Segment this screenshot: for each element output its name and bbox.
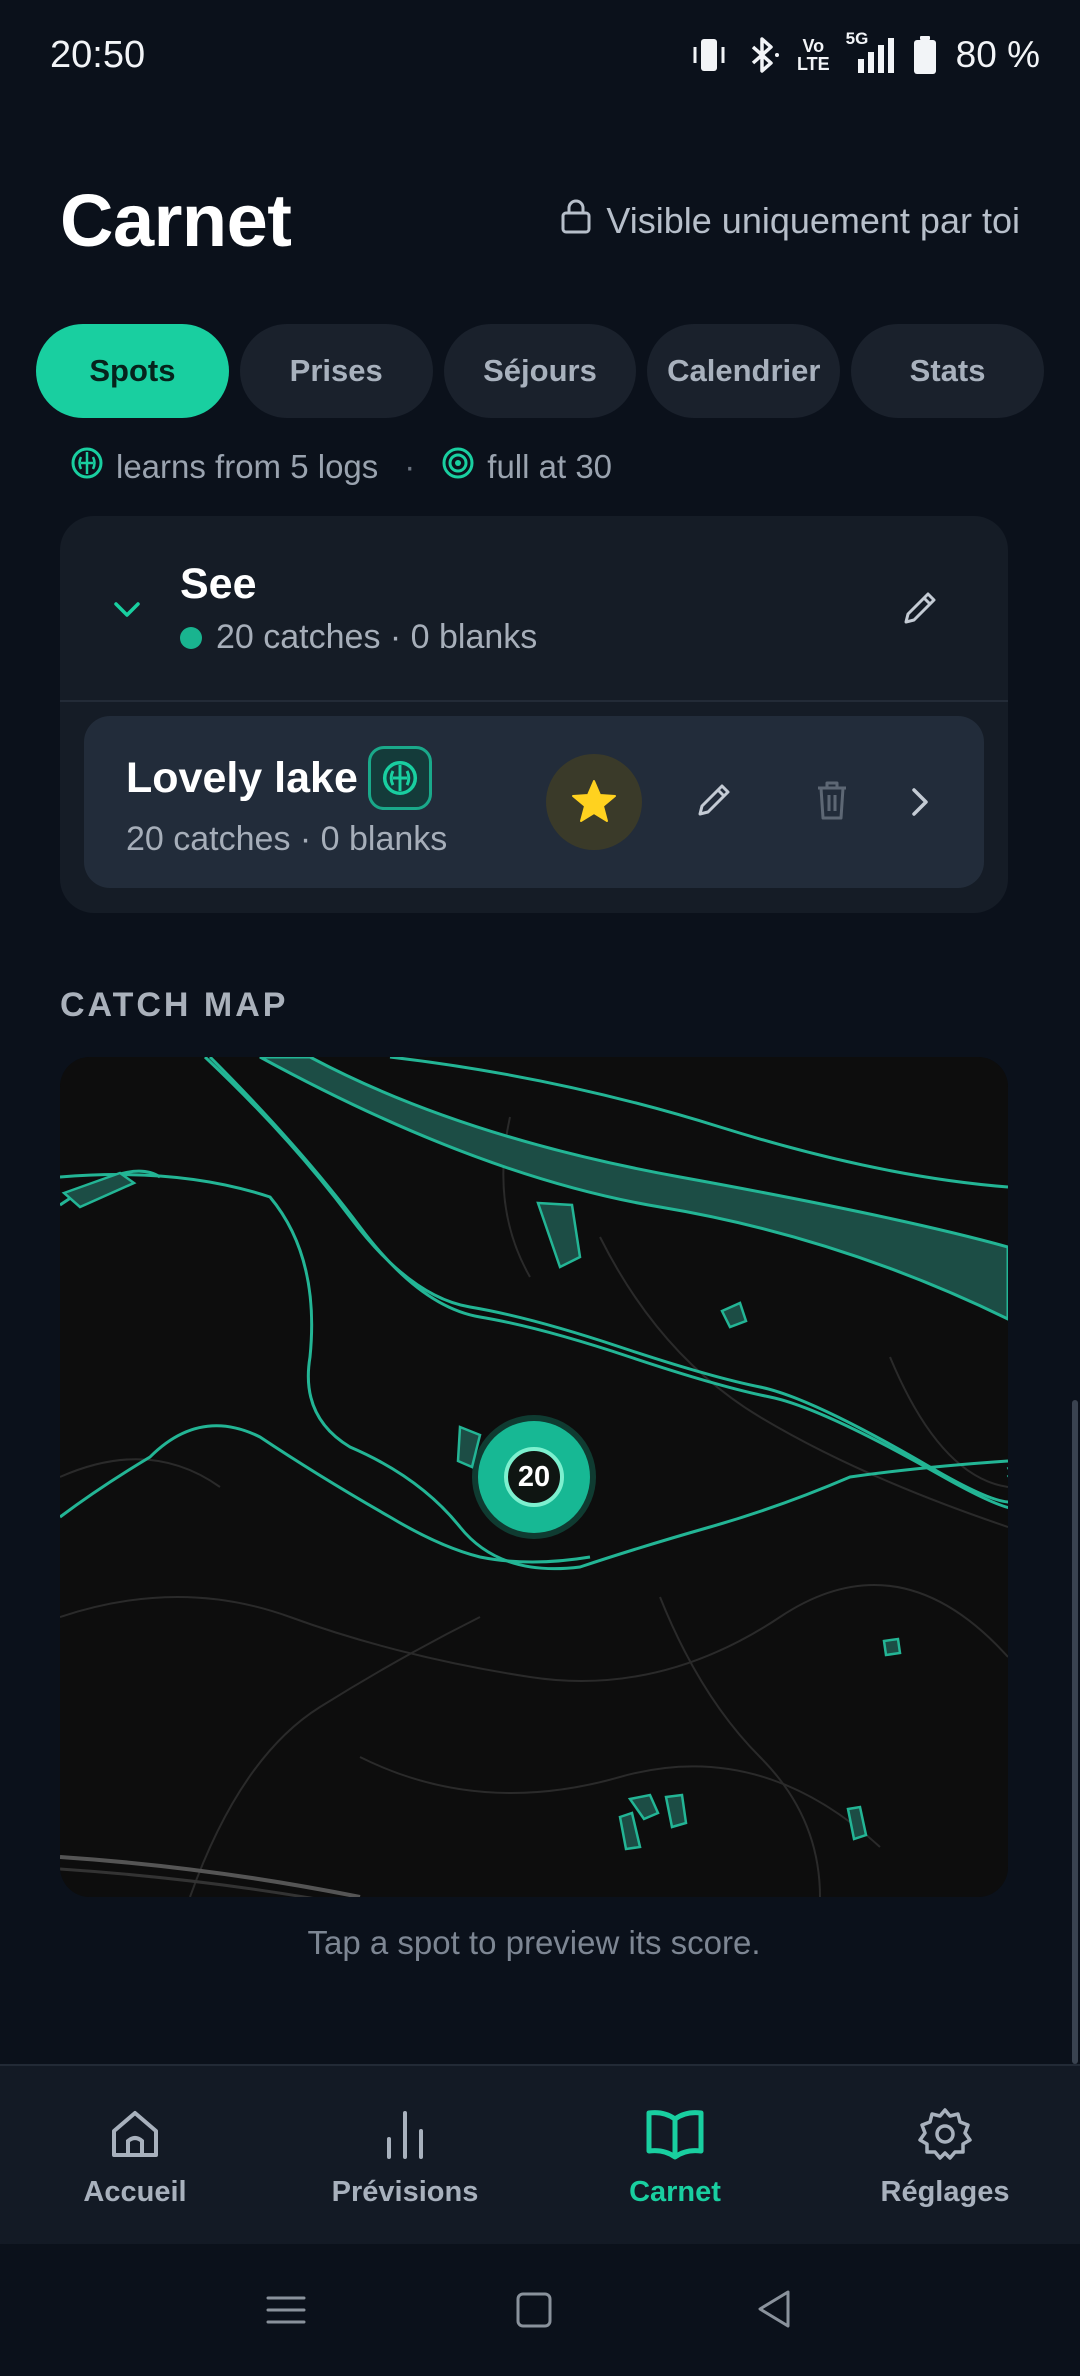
brain-icon [70,446,104,488]
battery-percentage: 80 % [955,34,1040,75]
spot-group-meta: 20 catches · 0 blanks [180,618,537,657]
nav-reglages[interactable]: Réglages [810,2066,1080,2246]
cluster-count: 20 [504,1447,564,1507]
home-icon [106,2104,164,2164]
vibrate-icon [689,35,729,75]
status-bar: 20:50 Vo LTE 5G 80 % [0,0,1080,118]
tab-prises[interactable]: Prises [239,324,433,418]
catch-map-heading: CATCH MAP [60,986,289,1024]
lock-icon [560,198,592,243]
brain-icon [382,760,418,796]
model-info-line: learns from 5 logs · full at 30 [70,446,612,488]
star-icon [572,780,616,822]
bar-chart-icon [376,2104,434,2164]
learn-text: learns from 5 logs [116,448,379,485]
spot-group-card: See 20 catches · 0 blanks Lovely lake 20… [60,516,1008,913]
full-text: full at 30 [487,448,613,485]
nav-previsions[interactable]: Prévisions [270,2066,540,2246]
ai-model-badge [368,746,432,810]
spot-group-stats: 20 catches · 0 blanks [216,618,538,656]
status-time: 20:50 [50,34,146,76]
nav-accueil[interactable]: Accueil [0,2066,270,2246]
bottom-navigation: Accueil Prévisions Carnet Réglages [0,2064,1080,2244]
spot-stats: 20 catches · 0 blanks [126,820,448,858]
chevron-right-icon[interactable] [902,782,938,827]
system-navigation-bar [0,2244,1080,2376]
signal-5g-icon: 5G [844,29,898,75]
favorite-button[interactable] [546,754,642,850]
back-button[interactable] [752,2286,796,2337]
status-icons: Vo LTE 5G 80 % [689,29,1040,76]
battery-icon [912,35,938,75]
privacy-note: Visible uniquement par toi [560,198,1020,243]
catch-cluster-marker[interactable]: 20 [478,1421,590,1533]
tab-spots[interactable]: Spots [36,324,229,418]
edit-group-button[interactable] [898,586,942,635]
recent-apps-button[interactable] [264,2288,308,2337]
map-hint: Tap a spot to preview its score. [307,1924,761,1961]
tab-bar: Spots Prises Séjours Calendrier Stats [36,324,1044,418]
spot-row[interactable]: Lovely lake 20 catches · 0 blanks [84,716,984,888]
gear-icon [916,2104,974,2164]
page-title: Carnet [60,179,292,262]
nav-carnet[interactable]: Carnet [540,2066,810,2246]
catch-map[interactable]: 20 [60,1057,1008,1897]
privacy-text: Visible uniquement par toi [606,199,1020,241]
spot-group-title: See [180,560,257,608]
nav-label: Réglages [880,2176,1010,2208]
chevron-down-icon[interactable] [110,592,144,631]
bluetooth-icon [743,35,783,75]
home-button[interactable] [512,2288,556,2337]
target-icon [441,446,475,488]
tab-sejours[interactable]: Séjours [443,324,637,418]
delete-spot-button[interactable] [812,778,852,827]
scrollbar[interactable] [1072,1400,1078,2064]
book-icon [644,2104,706,2164]
nav-label: Carnet [629,2176,721,2208]
tab-stats[interactable]: Stats [851,324,1044,418]
tab-calendrier[interactable]: Calendrier [647,324,841,418]
nav-label: Accueil [83,2176,187,2208]
volte-icon: Vo LTE [796,36,830,74]
nav-label: Prévisions [331,2176,479,2208]
spot-group-header[interactable]: See 20 catches · 0 blanks [60,516,1008,702]
spot-title: Lovely lake [126,754,358,802]
edit-spot-button[interactable] [692,778,736,827]
info-separator: · [404,448,416,485]
status-dot [180,626,202,649]
